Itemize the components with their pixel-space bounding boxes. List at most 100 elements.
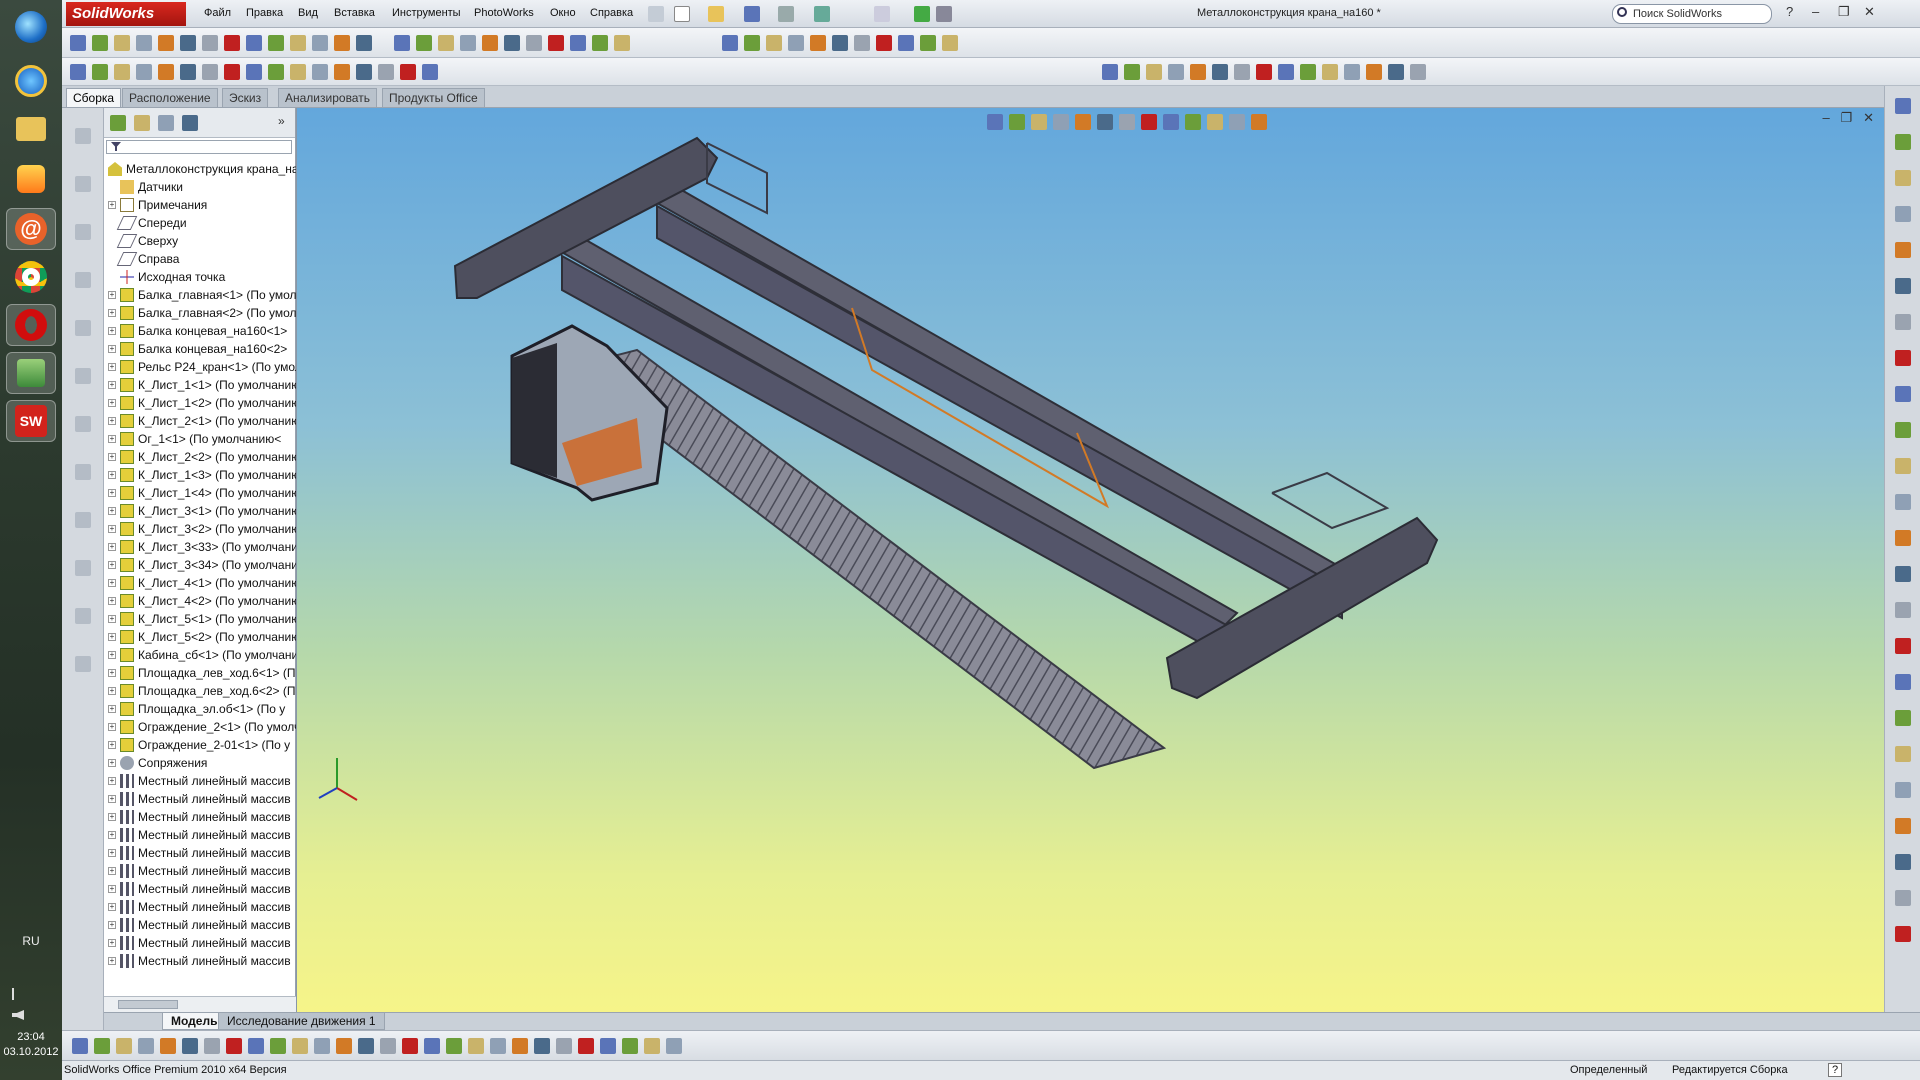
- expand-icon[interactable]: +: [108, 435, 116, 443]
- taskbar-solidworks[interactable]: SW: [6, 400, 56, 442]
- toolbar1c-icon-11[interactable]: [942, 35, 958, 51]
- toolbar1c-icon-10[interactable]: [920, 35, 936, 51]
- expand-icon[interactable]: +: [108, 921, 116, 929]
- expand-icon[interactable]: +: [108, 939, 116, 947]
- toolbar1-icon-2[interactable]: [92, 35, 108, 51]
- menu-tools[interactable]: Инструменты: [392, 7, 461, 19]
- tree-item[interactable]: + Местный линейный массив: [106, 916, 296, 934]
- toolbar2b-icon-9[interactable]: [1278, 64, 1294, 80]
- toolbar1c-icon-5[interactable]: [810, 35, 826, 51]
- taskbar-media[interactable]: [6, 158, 56, 200]
- filter-icon-21[interactable]: [512, 1038, 528, 1054]
- tab-sketch[interactable]: Эскиз: [222, 88, 269, 107]
- expand-icon[interactable]: +: [108, 345, 116, 353]
- expand-icon[interactable]: +: [108, 615, 116, 623]
- toolbar1b-icon-3[interactable]: [438, 35, 454, 51]
- left-tool-icon-7[interactable]: [75, 416, 91, 432]
- headsup-icon-9[interactable]: [1163, 114, 1179, 130]
- tree-item[interactable]: + Местный линейный массив: [106, 772, 296, 790]
- tree-item[interactable]: + Местный линейный массив: [106, 844, 296, 862]
- tree-item[interactable]: + Местный линейный массив: [106, 790, 296, 808]
- toolbar1-icon-3[interactable]: [114, 35, 130, 51]
- taskpane-icon-7[interactable]: [1895, 314, 1911, 330]
- display-tab-icon[interactable]: [182, 115, 198, 131]
- headsup-icon-2[interactable]: [1009, 114, 1025, 130]
- tree-item[interactable]: + К_Лист_2<2> (По умолчанию): [106, 448, 296, 466]
- taskpane-icon-16[interactable]: [1895, 638, 1911, 654]
- toolbar1-icon-8[interactable]: [224, 35, 240, 51]
- tree-item[interactable]: + К_Лист_3<33> (По умолчанию): [106, 538, 296, 556]
- menu-photoworks[interactable]: PhotoWorks: [474, 7, 534, 19]
- tab-model[interactable]: Модель: [162, 1013, 227, 1030]
- filter-icon-23[interactable]: [556, 1038, 572, 1054]
- toolbar1b-icon-7[interactable]: [526, 35, 542, 51]
- toolbar1-icon-5[interactable]: [158, 35, 174, 51]
- toolbar2-icon-9[interactable]: [246, 64, 262, 80]
- headsup-icon-6[interactable]: [1097, 114, 1113, 130]
- help-button[interactable]: ?: [1786, 4, 1793, 19]
- feature-tree-tab-icon[interactable]: [110, 115, 126, 131]
- left-tool-icon-8[interactable]: [75, 464, 91, 480]
- toolbar2b-icon-7[interactable]: [1234, 64, 1250, 80]
- filter-icon-26[interactable]: [622, 1038, 638, 1054]
- toolbar2-icon-17[interactable]: [422, 64, 438, 80]
- filter-icon-24[interactable]: [578, 1038, 594, 1054]
- tree-filter-input[interactable]: [106, 140, 292, 154]
- filter-icon-9[interactable]: [248, 1038, 264, 1054]
- headsup-icon-7[interactable]: [1119, 114, 1135, 130]
- toolbar2-icon-7[interactable]: [202, 64, 218, 80]
- tree-item[interactable]: + К_Лист_3<2> (По умолчанию): [106, 520, 296, 538]
- expand-icon[interactable]: +: [108, 723, 116, 731]
- expand-icon[interactable]: +: [108, 777, 116, 785]
- tree-item[interactable]: + К_Лист_5<2> (По умолчанию): [106, 628, 296, 646]
- expand-panel-icon[interactable]: »: [278, 114, 285, 128]
- expand-icon[interactable]: +: [108, 381, 116, 389]
- headsup-icon-5[interactable]: [1075, 114, 1091, 130]
- search-icon[interactable]: [1617, 7, 1627, 17]
- taskbar-chrome[interactable]: [6, 256, 56, 298]
- toolbar2b-icon-15[interactable]: [1410, 64, 1426, 80]
- undo-icon[interactable]: [814, 6, 830, 22]
- scroll-thumb[interactable]: [118, 1000, 178, 1009]
- left-tool-icon-11[interactable]: [75, 608, 91, 624]
- filter-icon-13[interactable]: [336, 1038, 352, 1054]
- expand-icon[interactable]: +: [108, 327, 116, 335]
- viewport-minimize-icon[interactable]: –: [1823, 110, 1830, 125]
- toolbar2b-icon-3[interactable]: [1146, 64, 1162, 80]
- taskpane-icon-20[interactable]: [1895, 782, 1911, 798]
- expand-icon[interactable]: +: [108, 759, 116, 767]
- start-button[interactable]: [6, 6, 56, 48]
- toolbar1b-icon-10[interactable]: [592, 35, 608, 51]
- filter-icon-14[interactable]: [358, 1038, 374, 1054]
- tree-item[interactable]: + К_Лист_1<4> (По умолчанию): [106, 484, 296, 502]
- expand-icon[interactable]: +: [108, 651, 116, 659]
- volume-icon[interactable]: [12, 1010, 24, 1020]
- taskbar-explorer[interactable]: [6, 108, 56, 150]
- headsup-icon-3[interactable]: [1031, 114, 1047, 130]
- toolbar2-icon-14[interactable]: [356, 64, 372, 80]
- taskbar-app[interactable]: [6, 352, 56, 394]
- toolbar2-icon-10[interactable]: [268, 64, 284, 80]
- flag-icon[interactable]: [12, 988, 26, 1000]
- left-tool-icon-3[interactable]: [75, 224, 91, 240]
- pin-icon[interactable]: [648, 6, 664, 22]
- toolbar2b-icon-12[interactable]: [1344, 64, 1360, 80]
- headsup-icon-4[interactable]: [1053, 114, 1069, 130]
- toolbar1-icon-11[interactable]: [290, 35, 306, 51]
- toolbar2-icon-16[interactable]: [400, 64, 416, 80]
- taskpane-icon-9[interactable]: [1895, 386, 1911, 402]
- tree-item[interactable]: + Балка концевая_на160<1>: [106, 322, 296, 340]
- taskpane-icon-5[interactable]: [1895, 242, 1911, 258]
- solidworks-logo[interactable]: SolidWorks: [66, 2, 186, 26]
- expand-icon[interactable]: +: [108, 507, 116, 515]
- expand-icon[interactable]: +: [108, 309, 116, 317]
- toolbar1c-icon-8[interactable]: [876, 35, 892, 51]
- expand-icon[interactable]: +: [108, 885, 116, 893]
- language-indicator[interactable]: RU: [0, 934, 62, 948]
- toolbar2-icon-15[interactable]: [378, 64, 394, 80]
- filter-icon-22[interactable]: [534, 1038, 550, 1054]
- tree-item[interactable]: + К_Лист_1<2> (По умолчанию): [106, 394, 296, 412]
- expand-icon[interactable]: +: [108, 561, 116, 569]
- expand-icon[interactable]: +: [108, 705, 116, 713]
- toolbar1-icon-14[interactable]: [356, 35, 372, 51]
